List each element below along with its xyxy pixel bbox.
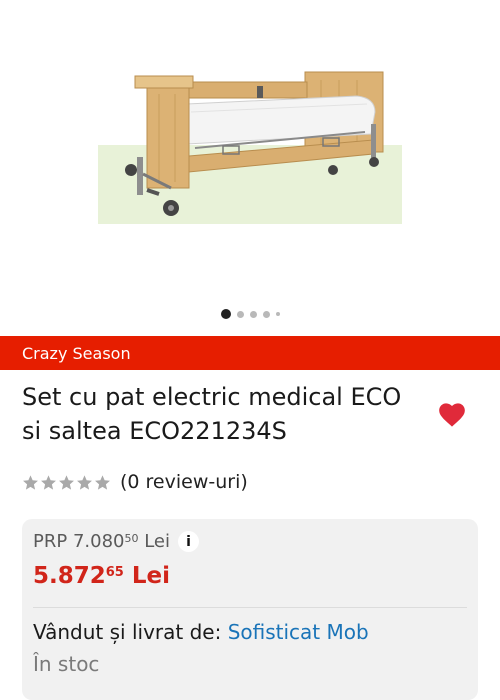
promo-label: Crazy Season [22,343,131,363]
star-icon [59,474,74,490]
prp-currency: Lei [144,531,171,552]
seller-info: Vândut și livrat de: Sofisticat Mob [33,620,369,644]
prp-price: PRP 7.080 50 Lei i [33,531,200,552]
review-count-link[interactable]: (0 review-uri) [120,471,248,493]
gallery-dot[interactable] [262,310,270,318]
seller-link[interactable]: Sofisticat Mob [228,620,369,644]
price-decimal: 65 [105,565,124,580]
info-icon[interactable]: i [178,531,200,552]
star-icon [23,474,38,490]
gallery-dot[interactable] [236,310,244,318]
gallery-dot[interactable] [275,312,280,316]
product-title: Set cu pat electric medical ECO si salte… [22,383,402,445]
price-divider [33,607,467,608]
gallery-dot-active[interactable] [220,309,231,319]
rating-stars [22,474,111,491]
gallery-pagination [0,309,500,319]
current-price: 5.872 65 Lei [33,563,170,589]
product-image[interactable] [95,62,405,224]
stock-status: În stoc [33,652,100,676]
star-icon [95,474,110,490]
seller-label: Vândut și livrat de: [33,620,222,644]
prp-integer: 7.080 [72,531,125,552]
product-gallery[interactable] [0,0,500,325]
rating-row[interactable]: (0 review-uri) [22,471,248,493]
star-icon [77,474,92,490]
prp-label: PRP [33,531,68,552]
price-currency: Lei [131,563,171,589]
gallery-dot[interactable] [249,310,257,318]
price-integer: 5.872 [33,563,106,589]
price-card: PRP 7.080 50 Lei i 5.872 65 Lei Vândut și … [22,519,478,700]
prp-decimal: 50 [124,532,139,545]
heart-icon[interactable] [438,402,466,428]
star-icon [41,474,56,490]
promo-banner[interactable]: Crazy Season [0,336,500,370]
